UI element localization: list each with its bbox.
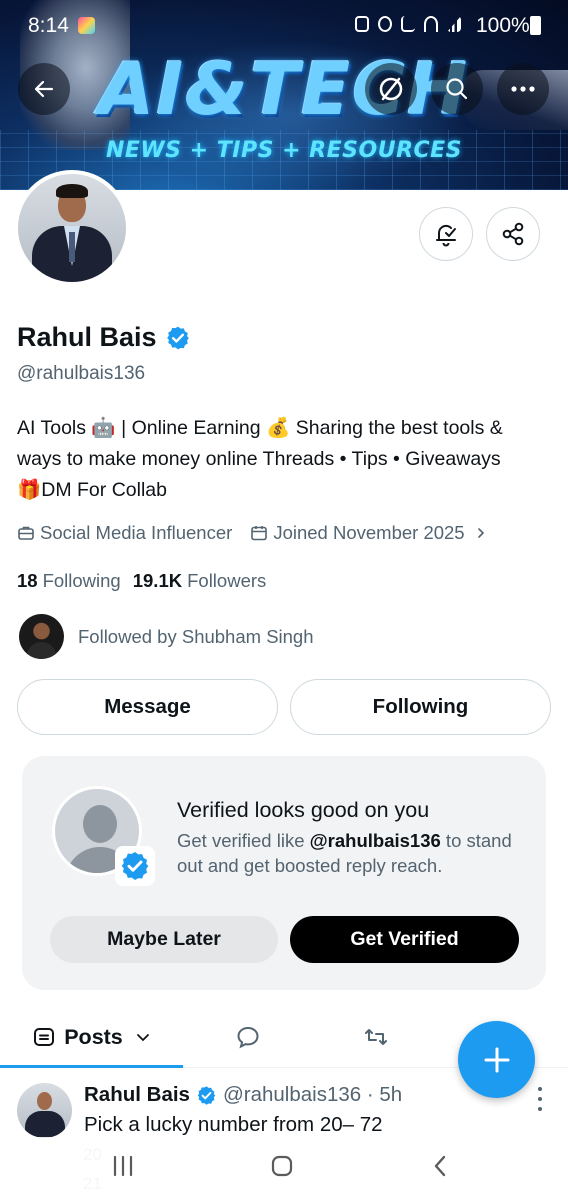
- back-button[interactable]: [18, 63, 70, 115]
- profile-meta: Social Media Influencer Joined November …: [17, 522, 506, 544]
- wifi-icon: [424, 16, 438, 32]
- chevron-down-icon: [136, 1034, 149, 1042]
- profile-name-row: Rahul Bais: [17, 322, 191, 353]
- active-tab-indicator: [0, 1065, 183, 1068]
- posts-icon: [34, 1028, 55, 1046]
- followers-link[interactable]: 19.1K Followers: [133, 570, 267, 591]
- calendar-icon: [251, 526, 268, 541]
- verified-badge-icon[interactable]: [165, 325, 191, 351]
- verified-promo-card: Verified looks good on you Get verified …: [22, 756, 546, 990]
- tab-posts[interactable]: Posts: [0, 1008, 183, 1066]
- tab-reposts[interactable]: [313, 1008, 438, 1066]
- banner-subtitle: NEWS + TIPS + RESOURCES: [105, 138, 463, 163]
- followers-count: 19.1K: [132, 570, 183, 591]
- post-handle-time: @rahulbais136 · 5h: [222, 1083, 403, 1106]
- home-icon: [271, 1155, 293, 1177]
- promo-title: Verified looks good on you: [177, 798, 430, 822]
- notifications-button[interactable]: [419, 207, 473, 261]
- get-verified-button[interactable]: Get Verified: [290, 916, 519, 963]
- battery-percentage: 100%: [476, 14, 530, 37]
- status-icons: [355, 16, 461, 32]
- battery-icon: [530, 16, 541, 35]
- post-more-button[interactable]: [532, 1087, 548, 1111]
- signal-icon: [447, 16, 461, 32]
- avatar: [19, 614, 64, 659]
- ai-logo-icon: [379, 77, 403, 101]
- alarm-icon: [378, 16, 392, 32]
- lock-icon: [355, 16, 369, 32]
- profile-joined[interactable]: Joined November 2025: [250, 522, 487, 544]
- more-icon: [511, 86, 535, 92]
- share-button[interactable]: [486, 207, 540, 261]
- chevron-right-icon: [477, 528, 484, 538]
- profile-name: Rahul Bais: [17, 322, 157, 352]
- notification-bell-icon: [436, 224, 456, 247]
- search-button[interactable]: [431, 63, 483, 115]
- maybe-later-button[interactable]: Maybe Later: [50, 916, 278, 963]
- tab-posts-label: Posts: [64, 1024, 123, 1049]
- system-back-icon: [434, 1155, 446, 1177]
- mute-icon: [401, 16, 415, 32]
- bio-line: 🎁DM For Collab: [17, 479, 167, 501]
- replies-icon: [237, 1026, 259, 1049]
- promo-body-handle: @rahulbais136: [309, 830, 441, 851]
- promo-badge: [115, 846, 155, 886]
- ai-logo-button[interactable]: [365, 63, 417, 115]
- post-text: Pick a lucky number from 20– 72: [84, 1113, 383, 1136]
- back-arrow-icon: [34, 80, 54, 98]
- following-link[interactable]: 18 Following: [17, 570, 121, 591]
- verified-badge-icon: [121, 852, 149, 880]
- tab-replies[interactable]: [183, 1008, 313, 1066]
- post-author-name[interactable]: Rahul Bais: [84, 1083, 190, 1107]
- category-label: Social Media Influencer: [40, 522, 233, 543]
- status-time: 8:14: [28, 14, 69, 37]
- promo-body: Get verified like @rahulbais136 to stand…: [177, 828, 532, 878]
- promo-body-text: Get verified like: [177, 830, 310, 851]
- system-nav-bar: [0, 1137, 568, 1199]
- bio-line: AI Tools 🤖 | Online Earning 💰 Sharing th…: [17, 417, 503, 439]
- following-label: Following: [42, 570, 121, 591]
- more-options-button[interactable]: [497, 63, 549, 115]
- joined-label: Joined November 2025: [273, 522, 465, 543]
- home-button[interactable]: [262, 1151, 302, 1181]
- following-button[interactable]: Following: [290, 679, 551, 735]
- profile-handle: @rahulbais136: [17, 363, 146, 384]
- post-header: Rahul Bais @rahulbais136 · 5h: [84, 1083, 402, 1107]
- profile-avatar[interactable]: [14, 170, 130, 286]
- share-icon: [502, 222, 524, 246]
- profile-category: Social Media Influencer: [17, 522, 232, 544]
- profile-bio: AI Tools 🤖 | Online Earning 💰 Sharing th…: [17, 413, 552, 506]
- message-button[interactable]: Message: [17, 679, 278, 735]
- repost-icon: [364, 1029, 387, 1045]
- verified-badge-icon: [197, 1085, 216, 1105]
- briefcase-icon: [18, 526, 34, 540]
- follow-stats: 18 Following 19.1K Followers: [17, 570, 266, 592]
- plus-icon: [484, 1047, 509, 1072]
- followers-label: Followers: [187, 570, 267, 591]
- status-bar: 8:14 100%: [0, 0, 568, 52]
- post-avatar[interactable]: [17, 1083, 72, 1138]
- profile-photo: [18, 174, 126, 282]
- compose-button[interactable]: [458, 1021, 535, 1098]
- following-count: 18: [17, 570, 38, 591]
- search-icon: [446, 78, 468, 100]
- notification-app-icon: [78, 17, 95, 34]
- followed-by[interactable]: Followed by Shubham Singh: [19, 614, 314, 659]
- system-back-button[interactable]: [420, 1151, 460, 1181]
- followed-by-label: Followed by Shubham Singh: [78, 625, 314, 647]
- recent-apps-button[interactable]: [103, 1151, 143, 1181]
- bio-line: ways to make money online Threads • Tips…: [17, 448, 501, 470]
- recent-apps-icon: [113, 1155, 133, 1177]
